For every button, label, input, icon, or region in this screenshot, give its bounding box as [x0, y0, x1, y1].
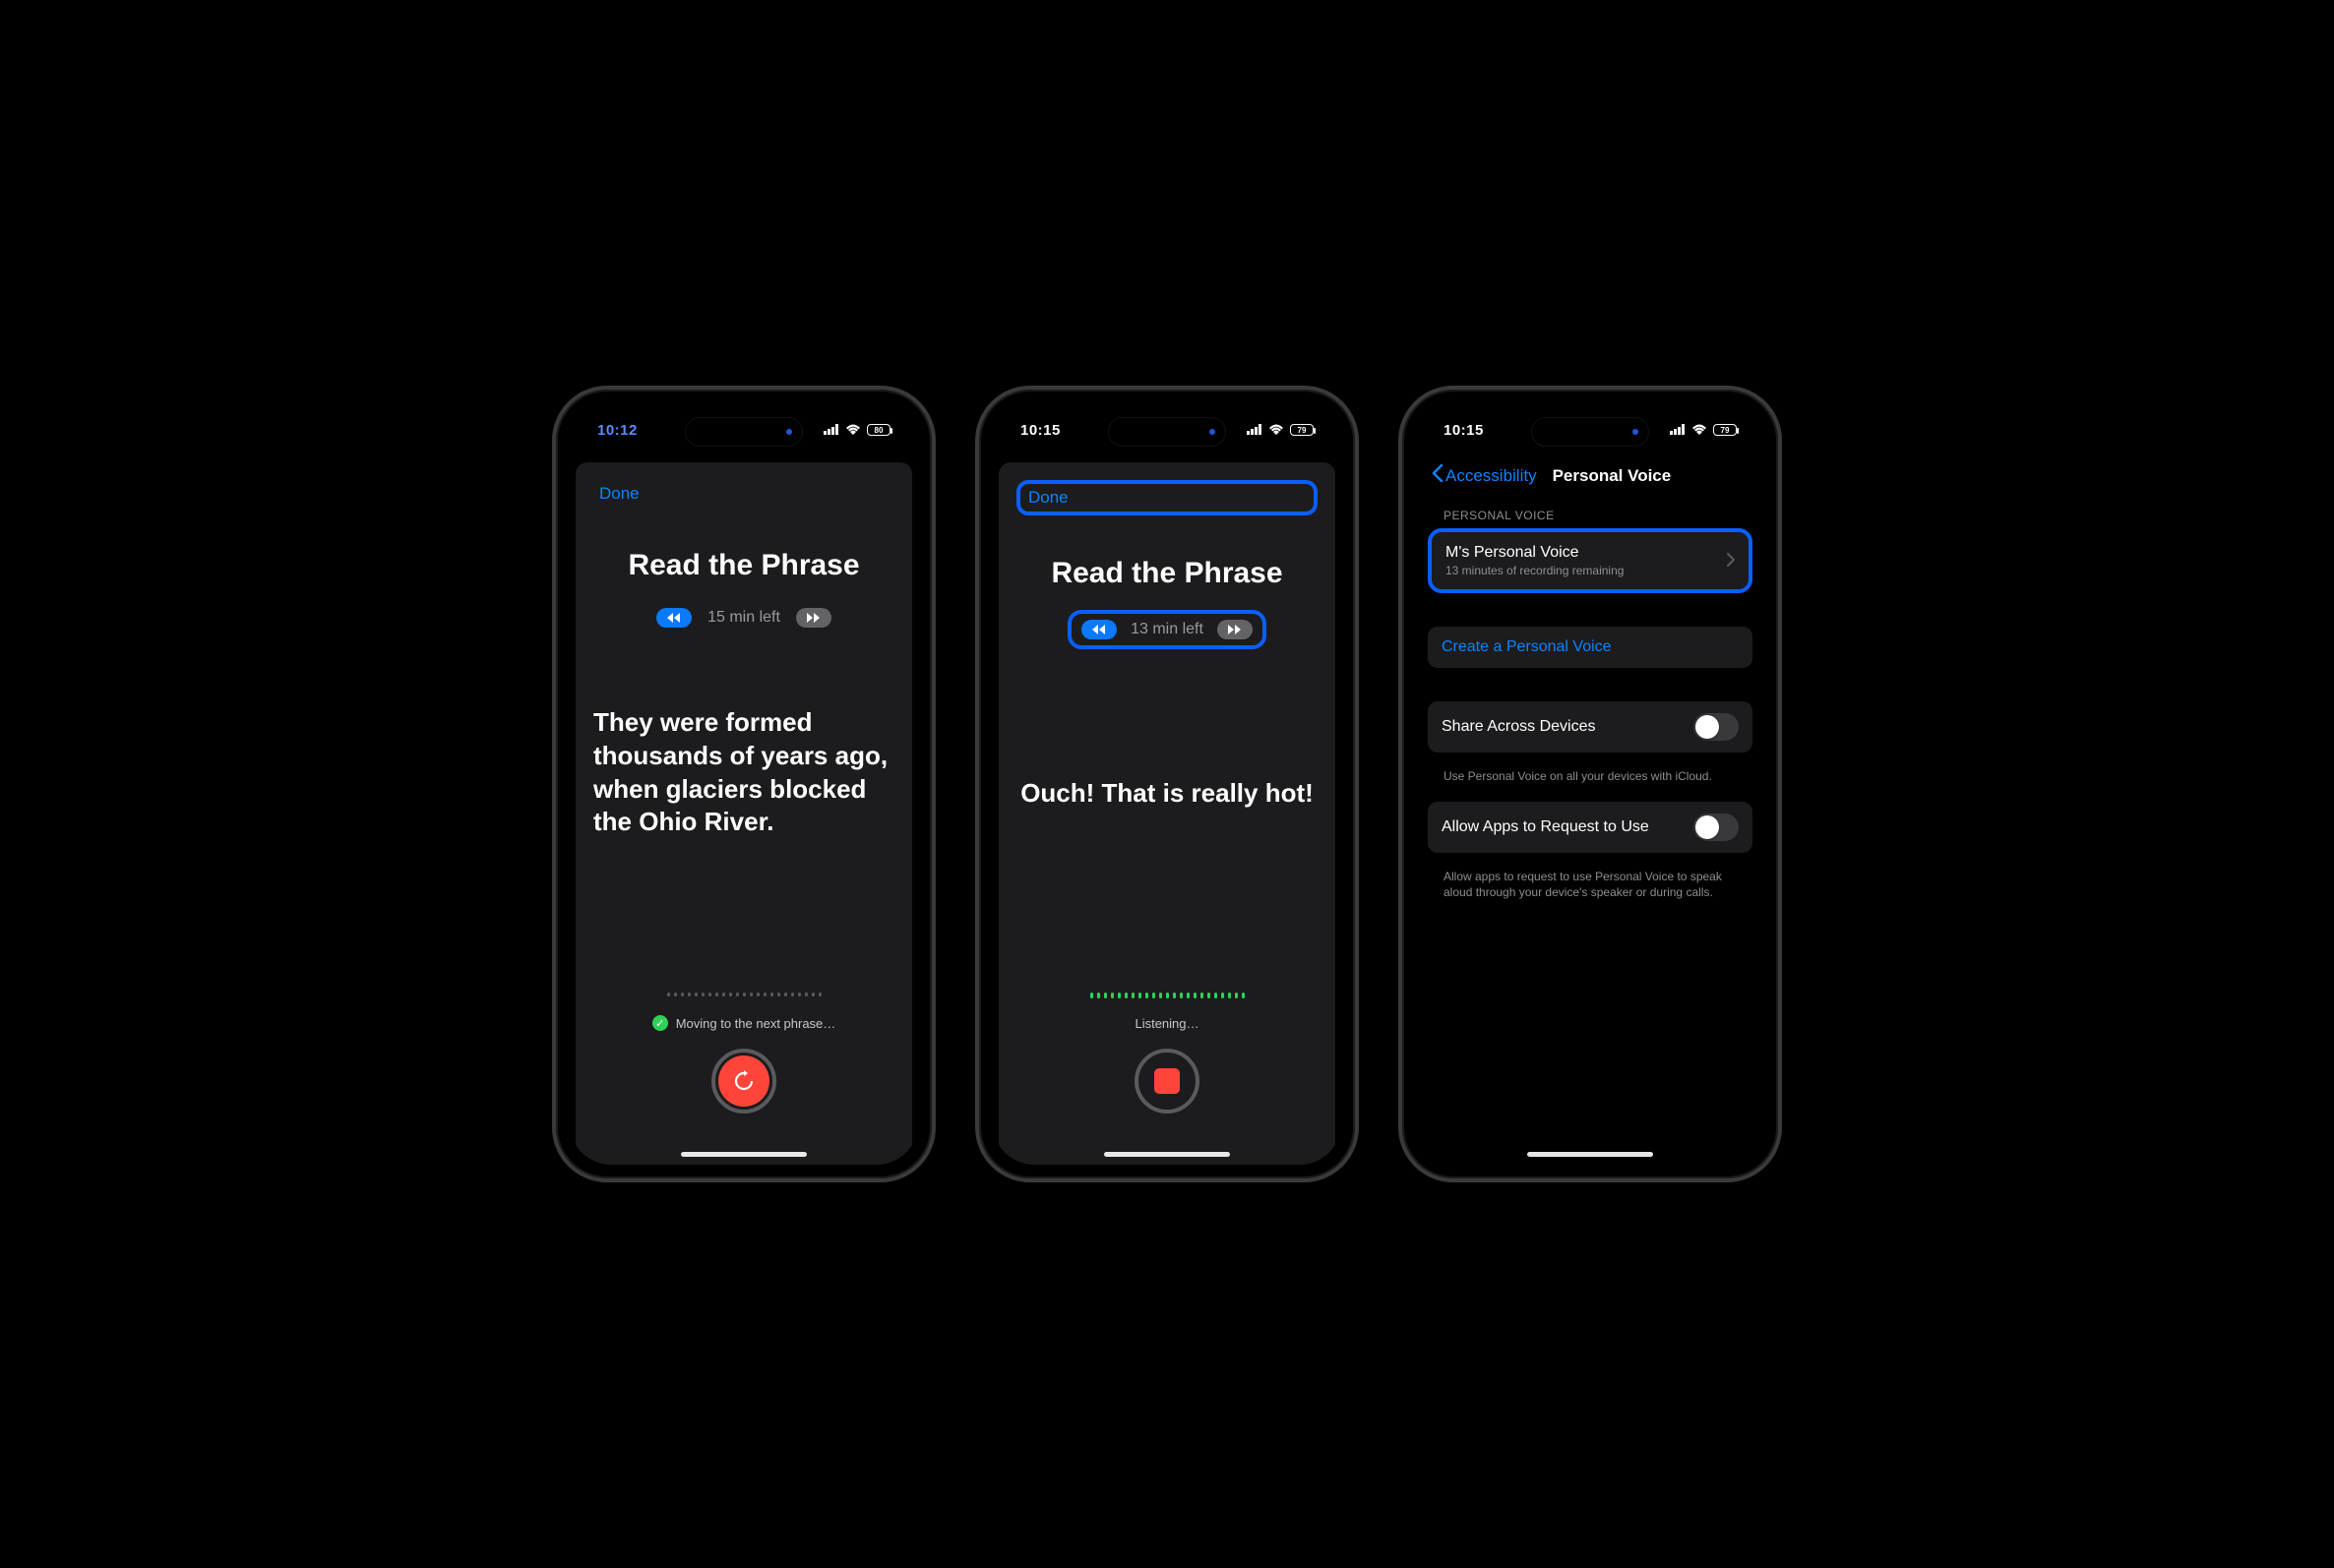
battery-icon: 79 [1290, 424, 1314, 436]
page-title: Read the Phrase [1016, 557, 1318, 590]
highlight-done: Done [1016, 480, 1318, 515]
allow-note: Allow apps to request to use Personal Vo… [1416, 869, 1764, 918]
wifi-icon [1691, 422, 1707, 439]
signal-icon [1670, 422, 1686, 439]
status-line: Listening… [1016, 1016, 1318, 1031]
status-line: ✓ Moving to the next phrase… [593, 1015, 894, 1031]
highlight-time-controls: 13 min left [1068, 610, 1266, 649]
chevron-right-icon [1727, 551, 1735, 572]
time-left-label: 15 min left [707, 609, 780, 627]
allow-toggle[interactable] [1693, 814, 1739, 841]
recording-sheet: Done Read the Phrase 13 min left Ouch! T… [999, 462, 1335, 1165]
allow-label: Allow Apps to Request to Use [1442, 818, 1649, 836]
redo-record-button[interactable] [711, 1049, 776, 1114]
back-button[interactable]: Accessibility [1432, 464, 1537, 487]
personal-voice-row[interactable]: M's Personal Voice 13 minutes of recordi… [1428, 528, 1752, 593]
phone-frame-3: 10:15 79 Accessibility Personal Voice PE… [1398, 386, 1782, 1182]
voice-name: M's Personal Voice [1445, 544, 1624, 562]
stop-record-button[interactable] [1135, 1049, 1199, 1114]
done-button[interactable]: Done [593, 480, 645, 508]
rewind-button[interactable] [656, 608, 692, 628]
status-text: Listening… [1135, 1016, 1198, 1031]
forward-button[interactable] [796, 608, 831, 628]
rewind-button[interactable] [1081, 620, 1117, 639]
wifi-icon [845, 422, 861, 439]
phone-frame-1: 10:12 80 Done Read the Phrase [552, 386, 936, 1182]
share-note: Use Personal Voice on all your devices w… [1416, 768, 1764, 802]
nav-title: Personal Voice [1553, 466, 1672, 486]
wifi-icon [1268, 422, 1284, 439]
forward-button[interactable] [1217, 620, 1253, 639]
recording-sheet: Done Read the Phrase 15 min left They we… [576, 462, 912, 1165]
phrase-text: Ouch! That is really hot! [1016, 777, 1318, 811]
home-indicator[interactable] [1527, 1152, 1653, 1157]
status-time: 10:12 [597, 422, 638, 439]
check-icon: ✓ [652, 1015, 668, 1031]
allow-apps-row: Allow Apps to Request to Use [1428, 802, 1752, 853]
waveform [1016, 989, 1318, 1002]
section-header: PERSONAL VOICE [1416, 497, 1764, 528]
signal-icon [824, 422, 839, 439]
share-label: Share Across Devices [1442, 718, 1596, 736]
waveform [593, 988, 894, 1001]
phrase-text: They were formed thousands of years ago,… [593, 706, 894, 839]
status-text: Moving to the next phrase… [676, 1016, 836, 1031]
dynamic-island [1108, 417, 1226, 447]
share-devices-row: Share Across Devices [1428, 701, 1752, 753]
back-label: Accessibility [1445, 466, 1537, 486]
home-indicator[interactable] [1104, 1152, 1230, 1157]
time-left-label: 13 min left [1131, 621, 1203, 638]
stop-icon [1154, 1068, 1180, 1094]
signal-icon [1247, 422, 1262, 439]
chevron-left-icon [1432, 464, 1443, 487]
redo-icon [718, 1055, 769, 1107]
status-time: 10:15 [1020, 422, 1061, 439]
done-button[interactable]: Done [1024, 486, 1073, 510]
page-title: Read the Phrase [593, 549, 894, 582]
status-time: 10:15 [1443, 422, 1484, 439]
dynamic-island [1531, 417, 1649, 447]
battery-icon: 79 [1713, 424, 1737, 436]
battery-icon: 80 [867, 424, 891, 436]
create-voice-row[interactable]: Create a Personal Voice [1428, 627, 1752, 668]
time-controls: 15 min left [593, 608, 894, 628]
home-indicator[interactable] [681, 1152, 807, 1157]
dynamic-island [685, 417, 803, 447]
voice-subtitle: 13 minutes of recording remaining [1445, 564, 1624, 577]
phone-frame-2: 10:15 79 Done Read the Phrase 13 min lef… [975, 386, 1359, 1182]
share-toggle[interactable] [1693, 713, 1739, 741]
create-label: Create a Personal Voice [1442, 638, 1612, 656]
